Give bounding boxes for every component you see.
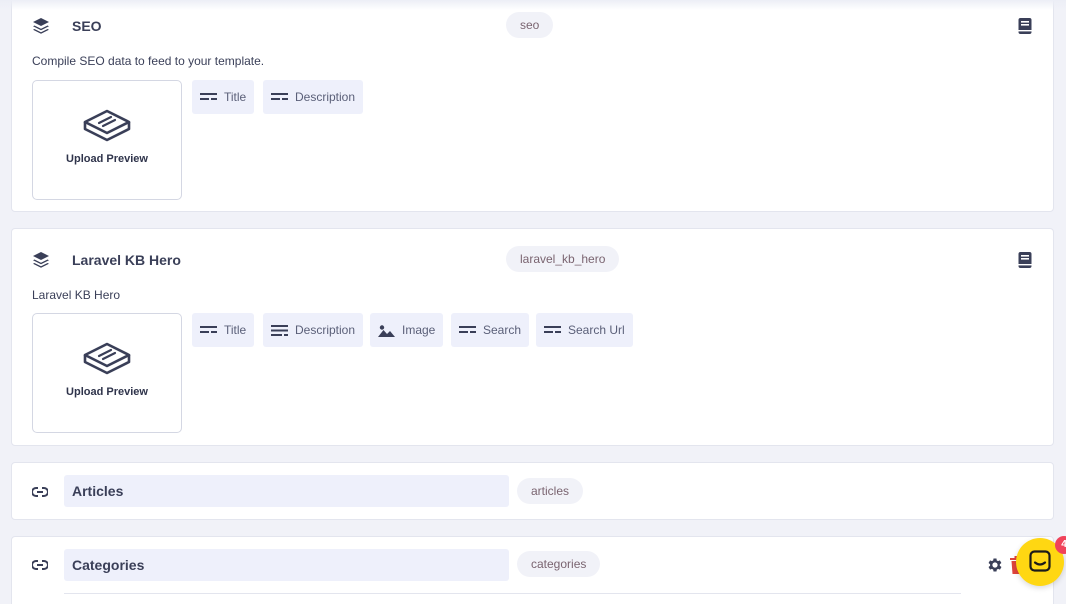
field-chip-search[interactable]: Search [451, 313, 530, 347]
text-line-icon [271, 93, 288, 100]
layers-icon[interactable] [32, 251, 50, 269]
block-key-badge: laravel_kb_hero [506, 246, 620, 272]
field-chip-title[interactable]: Title [192, 313, 255, 347]
field-chip-description[interactable]: Description [263, 80, 364, 114]
field-label: Description [295, 90, 356, 104]
link-icon[interactable] [32, 484, 48, 500]
field-chip-search-url[interactable]: Search Url [536, 313, 633, 347]
field-label: Description [295, 323, 356, 337]
field-chip-title[interactable]: Title [192, 80, 255, 114]
block-card-laravel-kb-hero: Laravel KB Hero laravel_kb_hero Laravel … [11, 228, 1054, 446]
link-icon[interactable] [32, 557, 48, 573]
box-icon [83, 342, 131, 375]
text-line-icon [544, 326, 561, 333]
box-icon [83, 109, 131, 142]
upload-preview-button[interactable]: Upload Preview [32, 80, 182, 200]
block-key-badge: seo [506, 12, 554, 38]
relation-card-articles: Articles articles [11, 462, 1054, 520]
block-card-seo: SEO seo Compile SEO data to feed to your… [11, 0, 1054, 212]
chat-icon [1029, 550, 1051, 572]
relation-name-input[interactable]: Articles [64, 475, 509, 507]
block-description: Compile SEO data to feed to your templat… [32, 54, 265, 68]
book-icon[interactable] [1017, 251, 1033, 269]
block-title: SEO [72, 18, 102, 34]
chat-notification-badge: 4 [1055, 536, 1066, 554]
field-label: Title [224, 323, 247, 337]
text-line-icon [200, 326, 217, 333]
divider [64, 593, 961, 594]
field-chip-description[interactable]: Description [263, 313, 364, 347]
relation-name-input[interactable]: Categories [64, 549, 509, 581]
block-description: Laravel KB Hero [32, 288, 121, 302]
image-icon [378, 324, 395, 337]
field-label: Search [483, 323, 522, 337]
text-line-icon [200, 93, 217, 100]
book-icon[interactable] [1017, 17, 1033, 35]
field-label: Image [402, 323, 436, 337]
upload-preview-button[interactable]: Upload Preview [32, 313, 182, 433]
relation-card-categories: Categories categories [11, 536, 1054, 604]
field-label: Search Url [568, 323, 625, 337]
block-title: Laravel KB Hero [72, 252, 181, 268]
text-paragraph-icon [271, 324, 288, 336]
text-line-icon [459, 326, 476, 333]
gear-icon[interactable] [986, 556, 1004, 574]
layers-icon[interactable] [32, 17, 50, 35]
upload-preview-label: Upload Preview [66, 386, 148, 398]
relation-key-badge: articles [517, 478, 584, 504]
upload-preview-label: Upload Preview [66, 153, 148, 165]
relation-key-badge: categories [517, 551, 601, 577]
field-label: Title [224, 90, 247, 104]
field-chip-image[interactable]: Image [370, 313, 444, 347]
